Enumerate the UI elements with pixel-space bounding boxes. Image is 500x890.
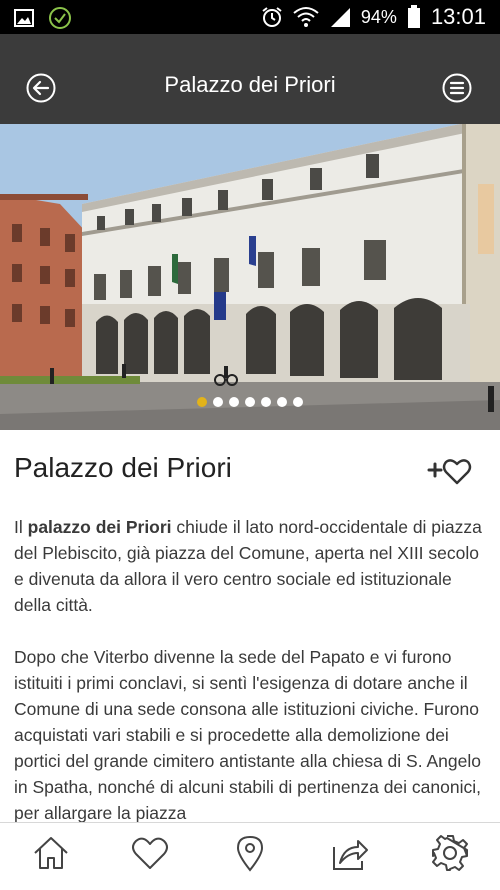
pagination-dot[interactable] xyxy=(229,397,239,407)
battery-icon xyxy=(407,5,420,28)
paragraph-1-bold: palazzo dei Priori xyxy=(27,517,172,537)
paragraph-1-pre: Il xyxy=(14,517,28,537)
photo-gallery[interactable] xyxy=(0,124,500,430)
palazzo-photo xyxy=(0,124,500,430)
signal-icon xyxy=(330,8,350,27)
app-bar: Palazzo dei Priori xyxy=(0,34,500,124)
clock: 13:01 xyxy=(430,4,486,29)
pagination-dot-active[interactable] xyxy=(197,397,207,407)
content-area[interactable]: Palazzo dei Priori Il palazzo dei Priori… xyxy=(0,430,500,822)
add-favorite-icon[interactable] xyxy=(426,456,472,486)
battery-percent: 94% xyxy=(360,6,397,27)
pagination-dot[interactable] xyxy=(293,397,303,407)
settings-gear-icon[interactable] xyxy=(430,833,470,873)
menu-icon[interactable] xyxy=(441,72,473,104)
pagination-dot[interactable] xyxy=(245,397,255,407)
paragraph-2: Dopo che Viterbo divenne la sede del Pap… xyxy=(14,647,481,822)
check-circle-icon xyxy=(49,7,71,29)
heart-icon[interactable] xyxy=(130,833,170,873)
paragraph-1: Il palazzo dei Priori chiude il lato nor… xyxy=(14,514,486,618)
app-bar-title: Palazzo dei Priori xyxy=(164,72,336,97)
gallery-pagination xyxy=(0,397,500,407)
pagination-dot[interactable] xyxy=(213,397,223,407)
pagination-dot[interactable] xyxy=(277,397,287,407)
home-icon[interactable] xyxy=(31,833,71,873)
status-bar: 94% 13:01 xyxy=(0,0,500,34)
description-text: Il palazzo dei Priori chiude il lato nor… xyxy=(14,514,486,822)
location-pin-icon[interactable] xyxy=(230,833,270,873)
page-title: Palazzo dei Priori xyxy=(14,452,232,483)
wifi-icon xyxy=(293,7,319,27)
bottom-navigation xyxy=(0,822,500,890)
share-icon[interactable] xyxy=(330,833,370,873)
image-icon xyxy=(14,9,34,27)
alarm-icon xyxy=(262,7,282,27)
pagination-dot[interactable] xyxy=(261,397,271,407)
